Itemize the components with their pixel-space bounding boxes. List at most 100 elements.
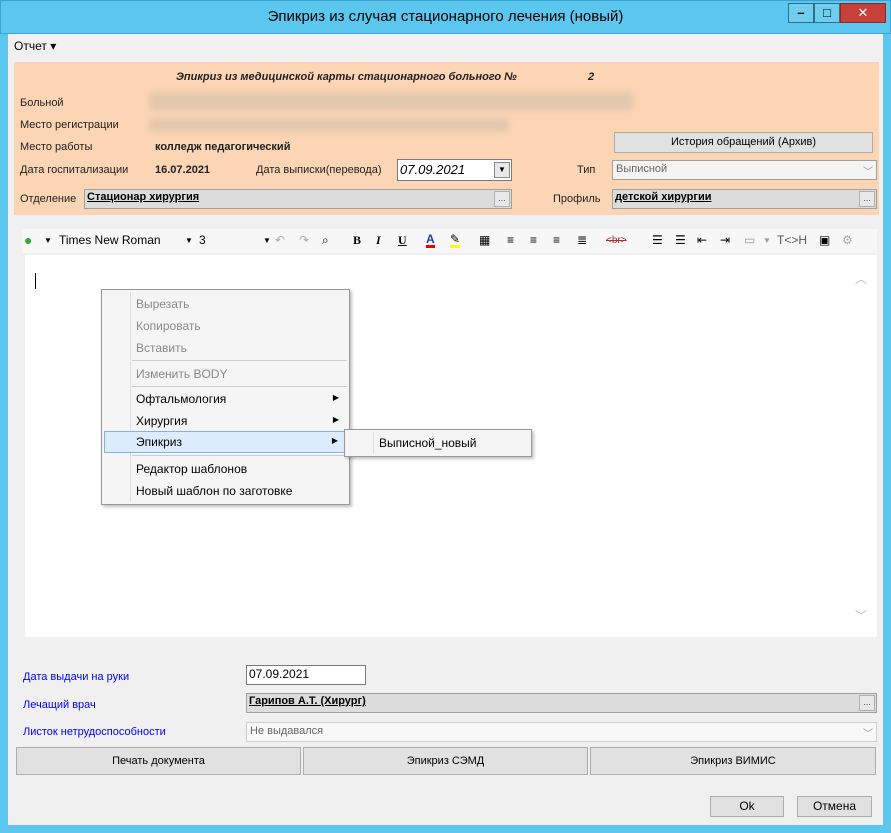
registration-label: Место регистрации: [20, 119, 119, 131]
undo-icon[interactable]: ↶: [275, 233, 285, 247]
menu-item-label: Вырезать: [136, 297, 190, 311]
issue-date-value: 07.09.2021: [249, 667, 310, 681]
close-icon: ✕: [857, 5, 869, 20]
issue-date-input[interactable]: 07.09.2021: [246, 665, 366, 685]
minimize-button[interactable]: –: [788, 3, 814, 23]
doctor-value: Гарипов А.Т. (Хирург): [249, 695, 366, 707]
menu-item-label: Новый шаблон по заготовке: [136, 484, 293, 498]
cancel-button[interactable]: Отмена: [797, 796, 872, 817]
maximize-button[interactable]: □: [814, 3, 840, 23]
table-icon[interactable]: ▭: [744, 233, 755, 247]
font-color-icon[interactable]: A: [426, 233, 435, 248]
profile-field[interactable]: детской хирургии ...: [612, 189, 877, 209]
menu-report[interactable]: Отчет ▾: [14, 39, 56, 53]
scroll-down-icon[interactable]: ﹀: [855, 607, 867, 624]
type-value: Выписной: [616, 163, 668, 175]
print-document-button[interactable]: Печать документа: [16, 747, 301, 775]
doctor-field[interactable]: Гарипов А.Т. (Хирург) ...: [246, 693, 877, 713]
browse-icon[interactable]: ...: [494, 191, 510, 207]
align-right-icon[interactable]: ≡: [553, 233, 560, 247]
insert-br-button[interactable]: <br>: [606, 235, 627, 246]
redo-icon[interactable]: ↷: [299, 233, 309, 247]
bold-button[interactable]: B: [353, 233, 361, 248]
preview-icon[interactable]: ▣: [819, 233, 830, 247]
patient-header: Эпикриз из медицинской карты стационарно…: [14, 62, 879, 215]
type-select[interactable]: Выписной ﹀: [612, 160, 877, 180]
menu-item-epicrisis[interactable]: Эпикриз ▶: [104, 431, 347, 453]
chevron-down-icon[interactable]: ▼: [763, 236, 771, 245]
indent-icon[interactable]: ⇥: [720, 233, 730, 247]
numbered-list-icon[interactable]: ☰: [652, 233, 663, 247]
image-icon[interactable]: ▦: [479, 233, 490, 247]
browse-icon[interactable]: ...: [859, 191, 875, 207]
discharge-label: Дата выписки(перевода): [256, 164, 382, 176]
menu-item-label: Изменить BODY: [136, 367, 228, 381]
menu-item-copy[interactable]: Копировать: [104, 315, 347, 337]
highlight-icon[interactable]: ✎: [450, 233, 461, 248]
menu-item-label: Хирургия: [136, 414, 188, 428]
underline-button[interactable]: U: [398, 233, 407, 248]
type-label: Тип: [577, 164, 596, 176]
menu-item-paste[interactable]: Вставить: [104, 337, 347, 359]
profile-value: детской хирургии: [615, 191, 712, 203]
chevron-down-icon[interactable]: ▼: [263, 236, 271, 245]
outdent-icon[interactable]: ⇤: [697, 233, 707, 247]
doctor-label: Лечащий врач: [23, 699, 96, 711]
browse-icon[interactable]: ...: [859, 695, 875, 711]
menu-item-new-template[interactable]: Новый шаблон по заготовке: [104, 480, 347, 502]
status-icon[interactable]: ●: [24, 232, 32, 248]
epicrisis-vimis-button[interactable]: Эпикриз ВИМИС: [590, 747, 876, 775]
menu-item-label: Копировать: [136, 319, 201, 333]
bullet-list-icon[interactable]: ☰: [675, 233, 686, 247]
department-value: Стационар хирургия: [87, 191, 200, 203]
epicrisis-semd-button[interactable]: Эпикриз СЭМД: [303, 747, 588, 775]
menu-item-label: Вставить: [136, 341, 187, 355]
ok-button[interactable]: Ok: [710, 796, 784, 817]
calendar-dropdown-icon[interactable]: ▼: [494, 162, 510, 178]
scroll-up-icon[interactable]: ︿: [855, 270, 867, 287]
menu-item-template-editor[interactable]: Редактор шаблонов: [104, 458, 347, 480]
minimize-icon: –: [797, 5, 805, 20]
align-left-icon[interactable]: ≡: [507, 233, 514, 247]
history-button[interactable]: История обращений (Архив): [614, 132, 873, 153]
submenu-item-discharge-new[interactable]: Выписной_новый: [379, 436, 477, 450]
admission-label: Дата госпитализации: [20, 164, 129, 176]
find-icon[interactable]: ⌕: [322, 233, 329, 248]
menu-item-surgery[interactable]: Хирургия ▶: [104, 410, 347, 432]
menu-separator: [132, 360, 347, 361]
submenu-arrow-icon: ▶: [332, 415, 339, 424]
menu-item-label: Офтальмология: [136, 392, 227, 406]
chevron-down-icon[interactable]: ▼: [185, 236, 193, 245]
work-label: Место работы: [20, 141, 93, 153]
justify-icon[interactable]: ≣: [577, 233, 587, 247]
profile-label: Профиль: [553, 193, 601, 205]
menu-item-edit-body[interactable]: Изменить BODY: [104, 363, 347, 385]
menu-item-cut[interactable]: Вырезать: [104, 293, 347, 315]
patient-label: Больной: [20, 97, 64, 109]
menu-item-label: Редактор шаблонов: [136, 462, 248, 476]
department-label: Отделение: [20, 193, 77, 205]
font-select[interactable]: Times New Roman: [59, 233, 161, 247]
tools-icon[interactable]: ⚙: [842, 233, 853, 247]
epicrisis-submenu: Выписной_новый: [344, 429, 532, 457]
department-field[interactable]: Стационар хирургия ...: [84, 189, 512, 209]
close-button[interactable]: ✕: [840, 3, 886, 23]
size-select[interactable]: 3: [199, 233, 206, 247]
admission-date: 16.07.2021: [155, 164, 211, 176]
title-bar: Эпикриз из случая стационарного лечения …: [0, 0, 891, 34]
header-heading: Эпикриз из медицинской карты стационарно…: [176, 71, 517, 83]
align-center-icon[interactable]: ≡: [530, 233, 537, 247]
chevron-down-icon[interactable]: ▼: [44, 236, 52, 245]
menu-bar: [8, 35, 883, 57]
menu-item-ophthalmology[interactable]: Офтальмология ▶: [104, 388, 347, 410]
work-value: колледж педагогический: [155, 141, 291, 153]
discharge-date-picker[interactable]: 07.09.2021 ▼: [397, 159, 512, 181]
window-title: Эпикриз из случая стационарного лечения …: [267, 8, 624, 25]
tag-toggle-button[interactable]: T<>H: [777, 233, 807, 247]
patient-name-redacted: [149, 92, 633, 110]
menu-gutter: [373, 432, 374, 454]
italic-button[interactable]: I: [376, 233, 381, 248]
sick-leave-label: Листок нетрудоспособности: [23, 726, 166, 738]
sick-leave-select[interactable]: Не выдавался ﹀: [246, 722, 877, 742]
menu-separator: [132, 455, 347, 456]
